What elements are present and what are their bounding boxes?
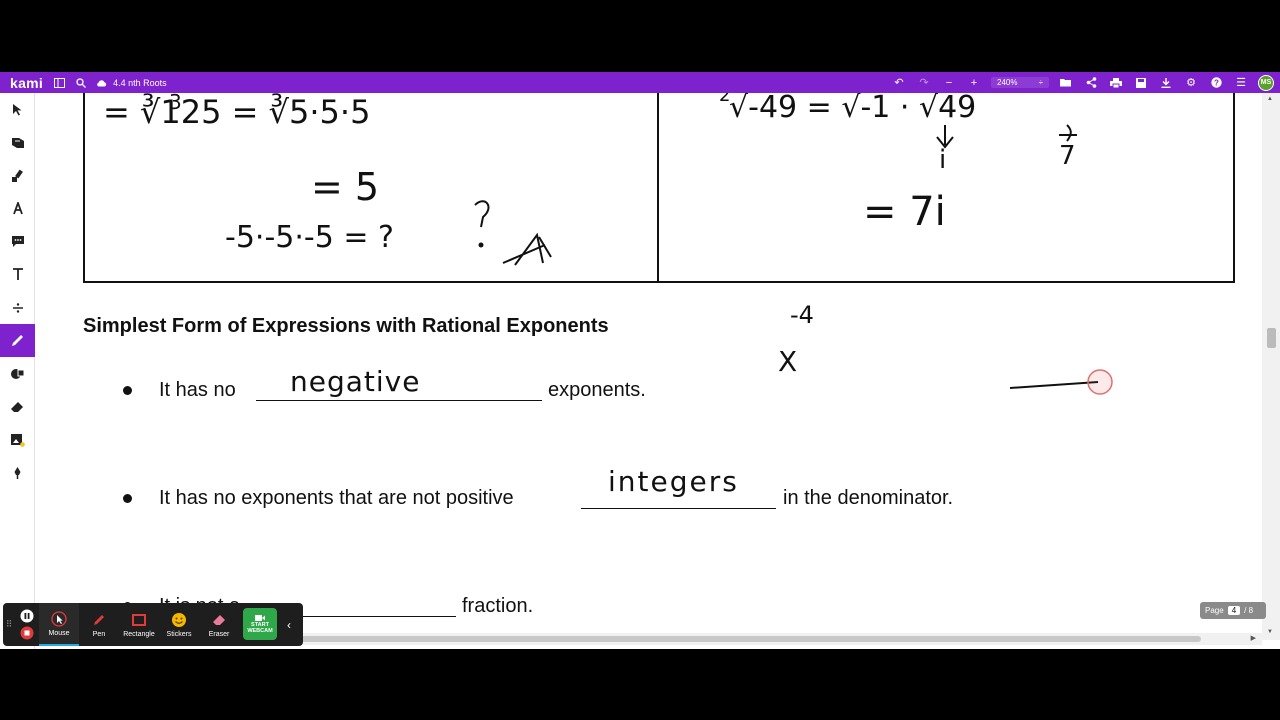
recording-controls <box>15 603 39 646</box>
zoom-in-icon[interactable]: + <box>966 75 982 91</box>
pen-icon <box>94 614 104 625</box>
document-page[interactable]: 3 = ∛125 = ∛5·5·5 = 5 -5·-5·-5 = ? 2 √-4… <box>36 93 1262 640</box>
bullet-3-after: fraction. <box>462 595 534 617</box>
document-title[interactable]: 4.4 nth Roots <box>113 78 167 88</box>
share-icon[interactable] <box>1083 75 1099 91</box>
recorder-mouse-button[interactable]: Mouse <box>39 603 79 646</box>
sidebar-toggle-icon[interactable] <box>51 75 67 91</box>
page-number-input[interactable]: 4 <box>1227 606 1241 615</box>
mouse-cursor-icon <box>51 610 67 627</box>
equation-tool-icon[interactable] <box>0 291 35 324</box>
folder-icon[interactable] <box>1058 75 1074 91</box>
top-bar: kami 4.4 nth Roots ↶ ↷ − + 240% ÷ ⚙ ? ☰ … <box>0 72 1280 93</box>
drag-handle-icon[interactable]: ⠿ <box>3 603 15 646</box>
zoom-out-icon[interactable]: − <box>941 75 957 91</box>
hw-right-line1: √-49 = √-1 · √49 <box>729 93 977 125</box>
scroll-down-arrow-icon[interactable]: ▼ <box>1267 629 1273 635</box>
signature-tool-icon[interactable] <box>0 456 35 489</box>
redo-icon[interactable]: ↷ <box>916 75 932 91</box>
rectangle-icon <box>132 613 146 626</box>
zoom-value: 240% <box>997 78 1018 87</box>
comment-tool-icon[interactable] <box>0 225 35 258</box>
recorder-pen-label: Pen <box>92 630 106 638</box>
hw-margin-base: X <box>778 345 798 378</box>
topbar-actions: ↶ ↷ − + 240% ÷ ⚙ ? ☰ MS <box>891 72 1274 93</box>
bullet-1-after: exponents. <box>548 379 646 401</box>
recorder-pen-button[interactable]: Pen <box>79 603 119 646</box>
svg-text:?: ? <box>1214 79 1219 88</box>
bullet-2-blank[interactable] <box>581 507 776 509</box>
recorder-toolbar: ⠿ Mouse Pen Rectangle Stickers Eraser ST… <box>3 603 303 646</box>
search-icon[interactable] <box>73 75 89 91</box>
kami-app: kami 4.4 nth Roots ↶ ↷ − + 240% ÷ ⚙ ? ☰ … <box>0 72 1280 649</box>
pen-stroke <box>1009 369 1113 395</box>
stop-icon[interactable] <box>20 626 34 640</box>
select-tool-icon[interactable] <box>0 93 35 126</box>
bullet-1-dot <box>123 386 132 395</box>
webcam-label-line2: WEBCAM <box>247 628 273 634</box>
pen-tool-icon[interactable] <box>0 324 35 357</box>
bullet-1-blank[interactable] <box>256 399 542 401</box>
add-media-tool-icon[interactable] <box>0 423 35 456</box>
recorder-eraser-label: Eraser <box>208 630 230 638</box>
hw-margin-exponent: -4 <box>790 301 814 329</box>
kami-logo[interactable]: kami <box>10 75 43 91</box>
worked-example-left-cell: 3 = ∛125 = ∛5·5·5 = 5 -5·-5·-5 = ? <box>83 93 659 283</box>
scroll-up-arrow-icon[interactable]: ▲ <box>1267 96 1273 102</box>
zoom-caret: ÷ <box>1038 78 1043 87</box>
bullet-2-before: It has no exponents that are not positiv… <box>159 487 514 509</box>
help-icon[interactable]: ? <box>1208 75 1224 91</box>
vertical-scroll-thumb[interactable] <box>1267 328 1276 348</box>
recorder-stickers-button[interactable]: Stickers <box>159 603 199 646</box>
hw-left-line1: = ∛125 = ∛5·5·5 <box>103 93 371 131</box>
scroll-right-arrow-icon[interactable]: ▶ <box>1251 634 1256 642</box>
bullet-1-fill: negative <box>290 365 421 398</box>
recorder-rectangle-label: Rectangle <box>123 630 155 638</box>
print-icon[interactable] <box>1108 75 1124 91</box>
left-toolbar <box>0 93 35 649</box>
hw-left-line2: = 5 <box>311 165 380 209</box>
bullet-2-after: in the denominator. <box>783 487 954 509</box>
page-total: / 8 <box>1244 606 1254 615</box>
hw-right-i: i <box>939 145 947 175</box>
recorder-mouse-label: Mouse <box>48 629 70 637</box>
hw-right-result: = 7i <box>863 189 946 235</box>
bullet-2-fill: integers <box>608 465 739 498</box>
vertical-scrollbar[interactable]: ▲ ▼ <box>1262 93 1280 640</box>
download-icon[interactable] <box>1158 75 1174 91</box>
hw-left-line3: -5·-5·-5 = ? <box>225 220 394 255</box>
highlight-tool-icon[interactable] <box>0 159 35 192</box>
horizontal-scroll-thumb[interactable] <box>301 636 1201 642</box>
undo-icon[interactable]: ↶ <box>891 75 907 91</box>
start-webcam-button[interactable]: START WEBCAM <box>243 608 277 640</box>
worked-example-right-cell: 2 √-49 = √-1 · √49 i 7 = 7i <box>657 93 1235 283</box>
hw-right-seven: 7 <box>1059 141 1076 171</box>
collapse-chevron-icon[interactable]: ‹ <box>281 603 297 646</box>
eraser-icon <box>213 614 225 625</box>
recorder-rectangle-button[interactable]: Rectangle <box>119 603 159 646</box>
page-indicator: Page 4 / 8 <box>1200 602 1266 619</box>
cloud-icon <box>93 75 109 91</box>
shapes-tool-icon[interactable] <box>0 357 35 390</box>
avatar[interactable]: MS <box>1258 74 1274 91</box>
recorder-stickers-label: Stickers <box>166 630 192 638</box>
eraser-tool-icon[interactable] <box>0 390 35 423</box>
underline-tool-icon[interactable] <box>0 192 35 225</box>
webcam-icon <box>255 615 265 621</box>
menu-icon[interactable]: ☰ <box>1233 75 1249 91</box>
text-tool-icon[interactable] <box>0 258 35 291</box>
sticker-smiley-icon <box>172 612 186 627</box>
zoom-select[interactable]: 240% ÷ <box>991 77 1049 88</box>
reading-tool-icon[interactable] <box>0 126 35 159</box>
page-label: Page <box>1205 606 1224 615</box>
section-heading: Simplest Form of Expressions with Ration… <box>83 315 609 337</box>
bullet-1-before: It has no <box>159 379 236 401</box>
bullet-2-dot <box>123 494 132 503</box>
save-icon[interactable] <box>1133 75 1149 91</box>
pause-icon[interactable] <box>20 609 34 623</box>
settings-icon[interactable]: ⚙ <box>1183 75 1199 91</box>
recorder-eraser-button[interactable]: Eraser <box>199 603 239 646</box>
